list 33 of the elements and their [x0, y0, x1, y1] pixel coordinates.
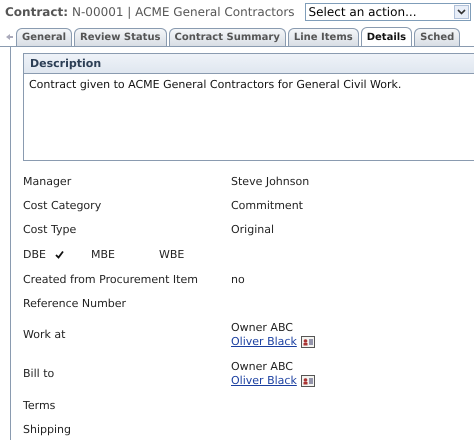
field-value: Commitment — [231, 198, 304, 212]
record-title: N-00001 | ACME General Contractors — [72, 5, 295, 19]
description-text: Contract given to ACME General Contractors for General Civil Work. — [28, 77, 402, 93]
field-label: Work at — [23, 328, 66, 341]
flag-label: WBE — [159, 248, 184, 260]
company-name: Owner ABC — [231, 360, 294, 374]
contact-card-icon[interactable] — [300, 336, 315, 348]
tab[interactable]: General — [16, 28, 72, 46]
record-label: Contract: — [5, 5, 68, 19]
action-select[interactable]: Select an action... — [304, 3, 471, 21]
tab[interactable]: Review Status — [74, 28, 167, 46]
field-label: Cost Category — [23, 198, 102, 212]
field-value: Original — [231, 222, 276, 236]
field-label: Manager — [23, 174, 72, 188]
tab[interactable]: Line Items — [288, 28, 359, 46]
tab[interactable]: Sched — [414, 28, 460, 46]
contact-link[interactable]: Oliver Black — [231, 374, 297, 388]
flag-label: DBE — [23, 248, 46, 260]
contact-link[interactable]: Oliver Black — [231, 334, 297, 348]
field-label: Cost Type — [23, 222, 78, 236]
field-label: Shipping — [23, 422, 72, 436]
field-label: Bill to — [23, 367, 56, 380]
field-label: Created from Procurement Item — [23, 272, 199, 286]
tab[interactable]: Details — [360, 27, 412, 46]
description-heading: Description — [24, 54, 474, 74]
field-label: Terms — [23, 398, 56, 412]
flag-label: MBE — [91, 248, 115, 260]
field-label: Reference Number — [23, 296, 128, 310]
tab[interactable]: Contract Summary — [168, 28, 286, 46]
field-value: Steve Johnson — [231, 174, 310, 188]
contact-card-icon[interactable] — [300, 374, 315, 386]
company-name: Owner ABC — [231, 320, 294, 334]
field-value: no — [231, 272, 246, 286]
